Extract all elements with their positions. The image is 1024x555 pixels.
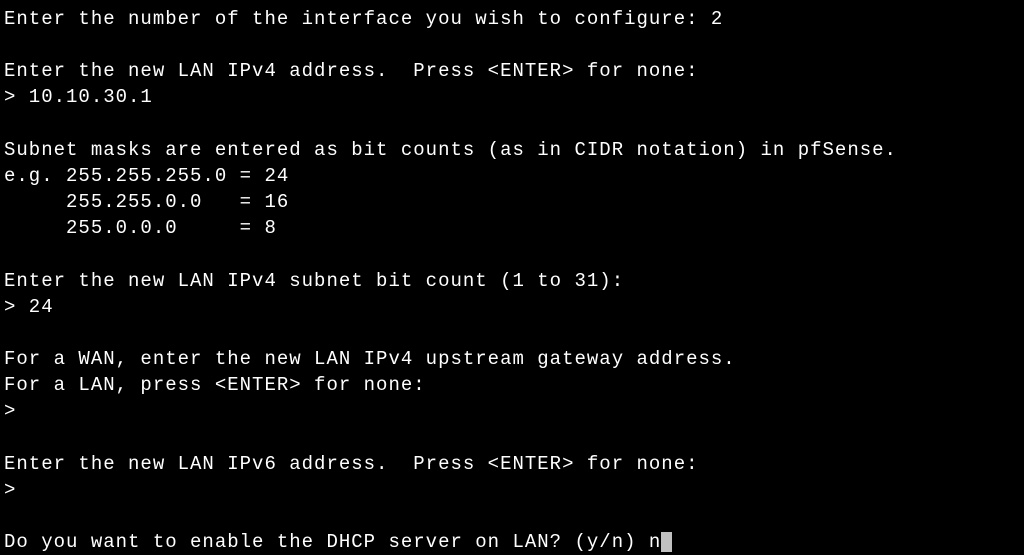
subnet-info-text: Subnet masks are entered as bit counts (…: [4, 137, 1020, 163]
blank-line: [4, 32, 1020, 58]
subnet-example-24: e.g. 255.255.255.0 = 24: [4, 163, 1020, 189]
ipv6-address-input: >: [4, 477, 1020, 503]
gateway-lan-info: For a LAN, press <ENTER> for none:: [4, 372, 1020, 398]
subnet-bitcount-input: > 24: [4, 294, 1020, 320]
blank-line: [4, 242, 1020, 268]
ipv4-address-prompt: Enter the new LAN IPv4 address. Press <E…: [4, 58, 1020, 84]
dhcp-prompt-text: Do you want to enable the DHCP server on…: [4, 531, 661, 553]
ipv4-address-input: > 10.10.30.1: [4, 84, 1020, 110]
subnet-bitcount-prompt: Enter the new LAN IPv4 subnet bit count …: [4, 268, 1020, 294]
subnet-example-16: 255.255.0.0 = 16: [4, 189, 1020, 215]
ipv6-address-prompt: Enter the new LAN IPv6 address. Press <E…: [4, 451, 1020, 477]
gateway-input: >: [4, 398, 1020, 424]
cursor-icon: [661, 532, 672, 552]
blank-line: [4, 503, 1020, 529]
blank-line: [4, 111, 1020, 137]
interface-select-prompt: Enter the number of the interface you wi…: [4, 6, 1020, 32]
subnet-example-8: 255.0.0.0 = 8: [4, 215, 1020, 241]
console-output: Enter the number of the interface you wi…: [4, 6, 1020, 555]
dhcp-enable-prompt[interactable]: Do you want to enable the DHCP server on…: [4, 529, 1020, 555]
gateway-wan-info: For a WAN, enter the new LAN IPv4 upstre…: [4, 346, 1020, 372]
blank-line: [4, 425, 1020, 451]
blank-line: [4, 320, 1020, 346]
